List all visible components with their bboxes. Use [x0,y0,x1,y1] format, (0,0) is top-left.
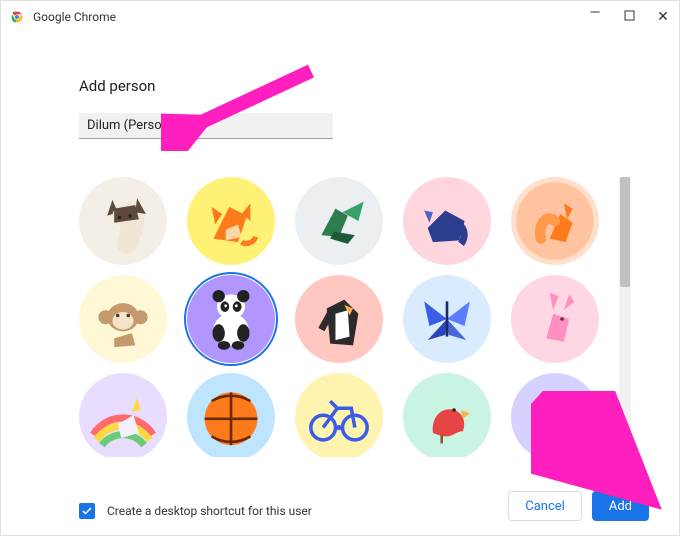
maximize-button[interactable] [621,10,637,25]
avatar-butterfly[interactable] [403,275,491,363]
avatar-unicorn[interactable] [79,373,167,457]
dialog-buttons: Cancel Add [508,491,649,521]
avatar-bird[interactable] [403,373,491,457]
window-controls: — ✕ [587,9,671,25]
add-button[interactable]: Add [592,491,649,521]
avatar-dragon[interactable] [295,177,383,265]
avatar-rabbit[interactable] [511,275,599,363]
dialog-content: Add person [1,33,679,457]
chrome-logo-icon [9,9,25,25]
avatar-monkey[interactable] [79,275,167,363]
avatar-scrollbar-thumb[interactable] [620,177,630,287]
avatar-squirrel[interactable] [511,177,599,265]
person-name-input[interactable] [79,113,333,139]
close-button[interactable]: ✕ [655,9,671,25]
avatar-cat[interactable] [79,177,167,265]
minimize-button[interactable]: — [587,5,603,21]
avatar-elephant[interactable] [403,177,491,265]
desktop-shortcut-checkbox[interactable] [79,503,95,519]
cancel-button[interactable]: Cancel [508,491,582,521]
dialog-heading: Add person [79,77,619,95]
avatar-cheese[interactable] [511,373,599,457]
window-title: Google Chrome [33,10,116,24]
avatar-fox[interactable] [187,177,275,265]
avatar-penguin[interactable] [295,275,383,363]
avatar-scrollbar-track[interactable] [619,177,631,457]
avatar-bicycle[interactable] [295,373,383,457]
desktop-shortcut-label: Create a desktop shortcut for this user [107,504,312,518]
titlebar: Google Chrome — ✕ [1,1,679,33]
avatar-basketball[interactable] [187,373,275,457]
avatar-panda[interactable] [187,275,275,363]
avatar-picker [79,177,631,457]
